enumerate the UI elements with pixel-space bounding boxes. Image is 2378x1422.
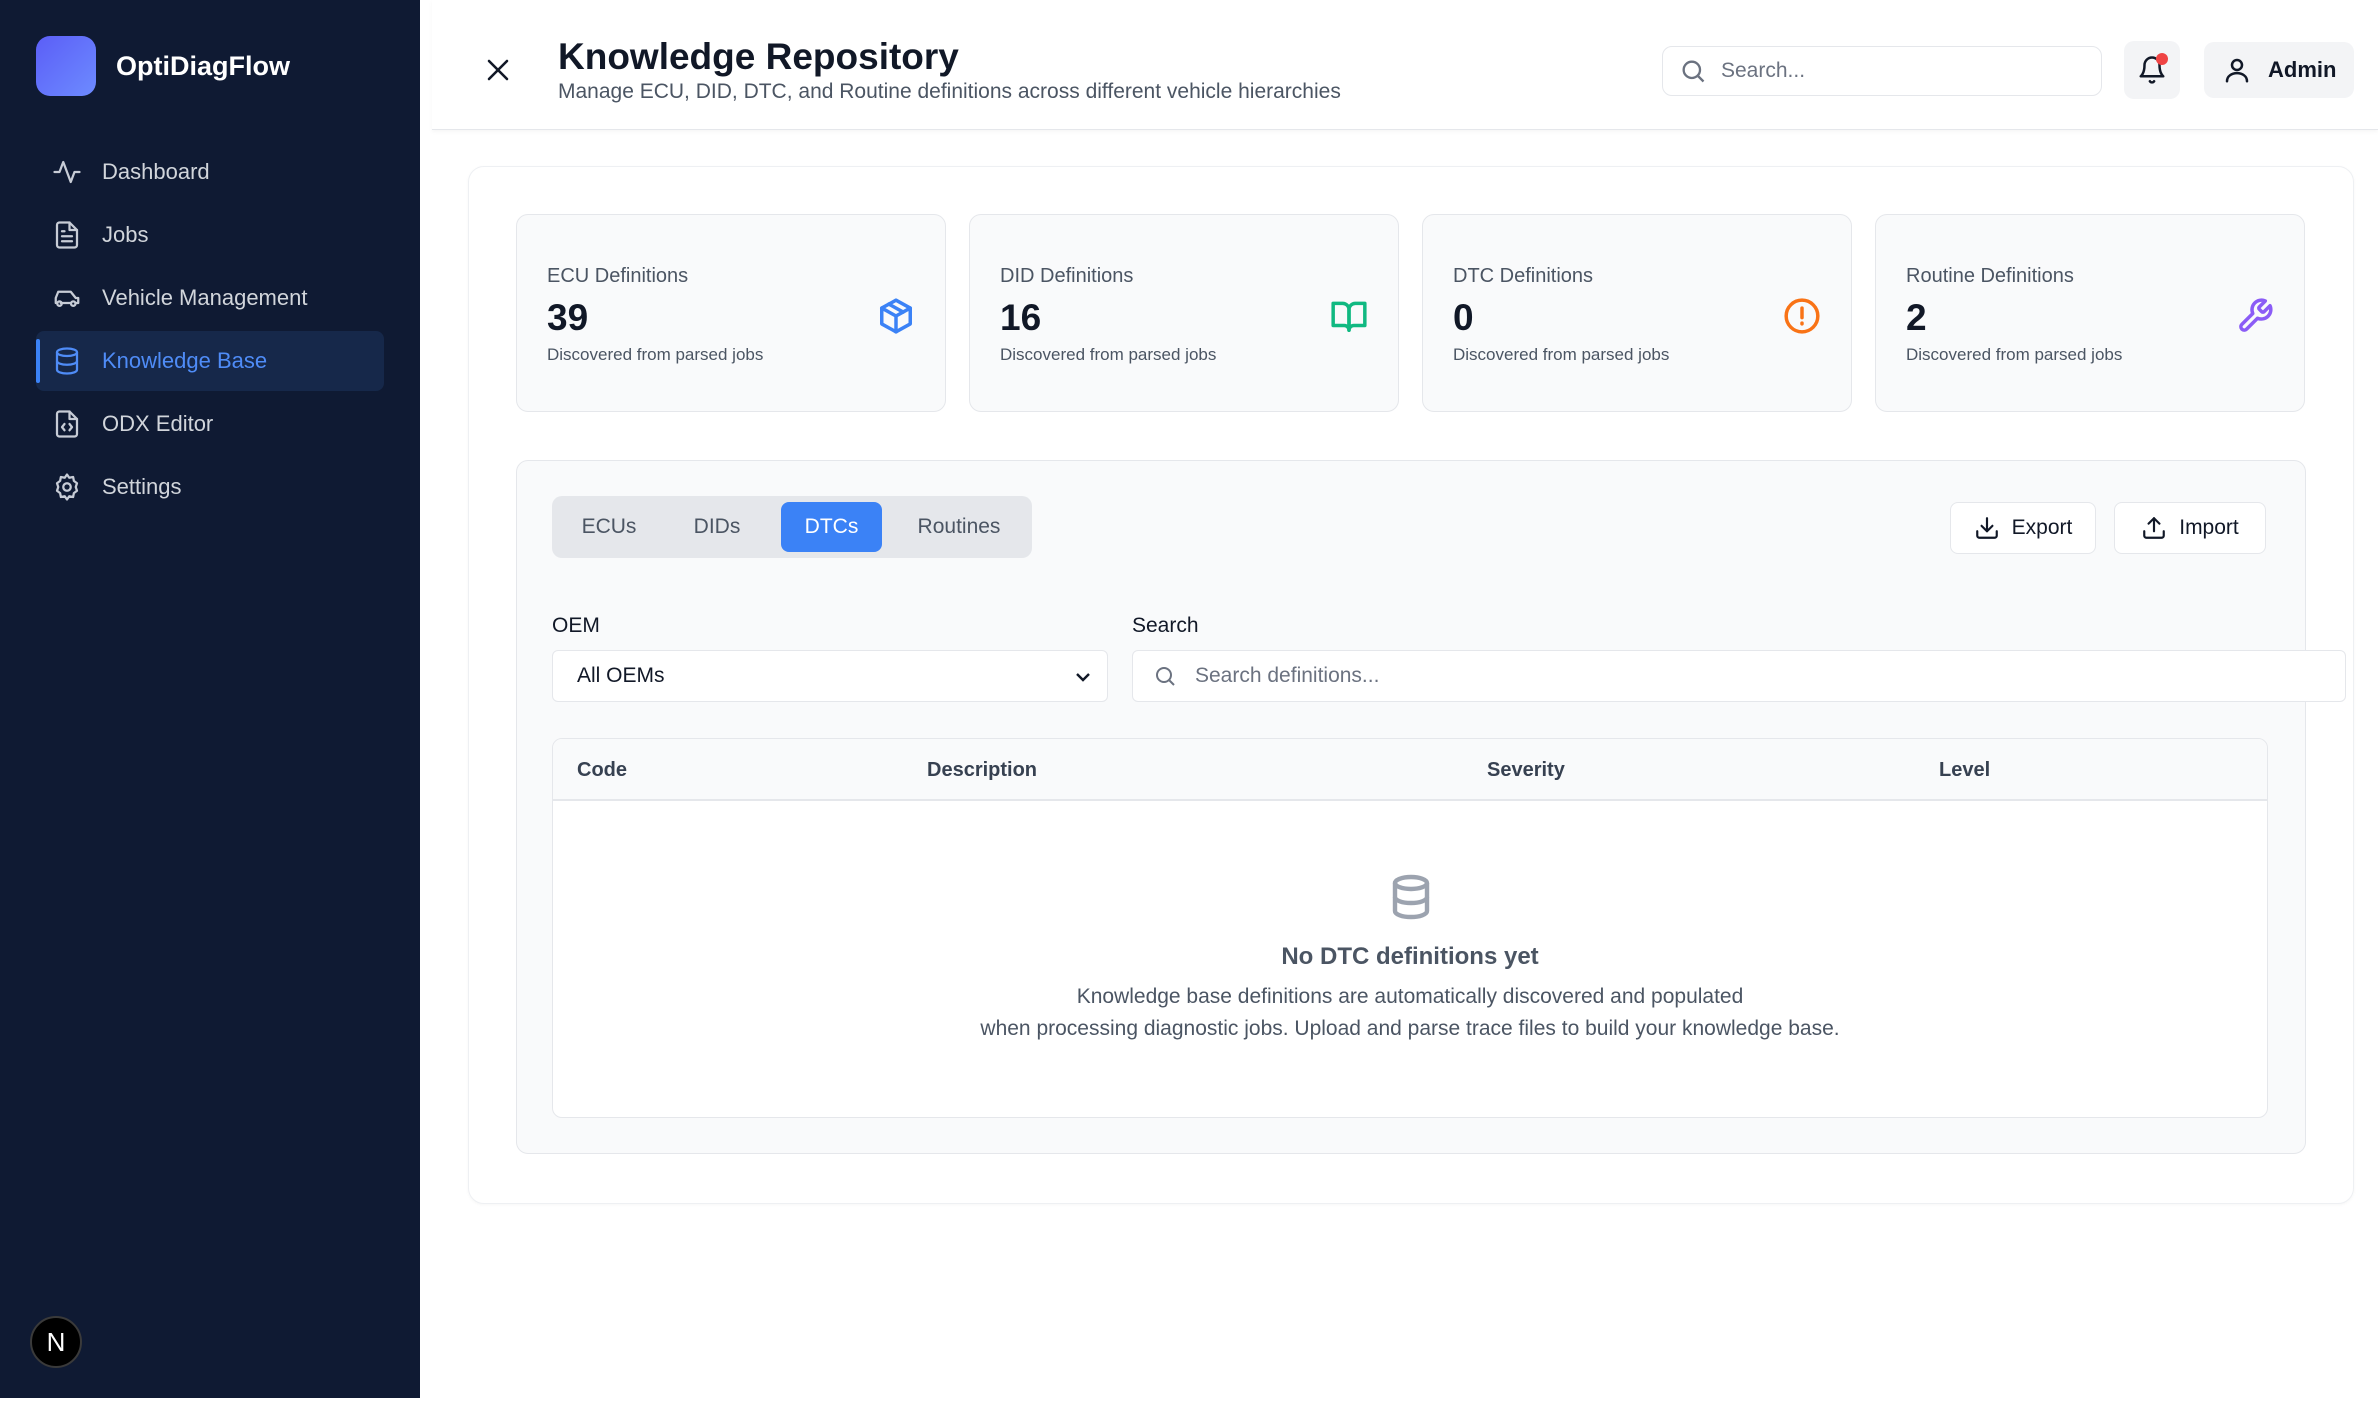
sidebar-item-label: Vehicle Management <box>102 285 308 310</box>
stat-label: DTC Definitions <box>1453 265 1594 287</box>
file-text-icon <box>55 221 79 249</box>
stat-description: Discovered from parsed jobs <box>1453 345 1670 364</box>
brand[interactable]: OptiDiagFlow <box>36 36 290 96</box>
global-search <box>1662 46 2102 96</box>
box-icon <box>877 297 915 335</box>
page-header: Knowledge Repository Manage ECU, DID, DT… <box>432 0 2378 130</box>
download-icon <box>1975 517 1998 539</box>
tab-dids[interactable]: DIDs <box>666 502 768 552</box>
stat-value: 39 <box>547 297 589 338</box>
global-search-input[interactable] <box>1721 59 2081 83</box>
search-icon <box>1156 667 1175 686</box>
stat-value: 2 <box>1906 297 1927 338</box>
sidebar-item-knowledge-base[interactable]: Knowledge Base <box>36 331 384 391</box>
framework-badge[interactable]: N <box>30 1316 82 1368</box>
sidebar-item-label: ODX Editor <box>102 411 214 436</box>
import-label: Import <box>2179 516 2239 539</box>
search-label: Search <box>1132 614 1199 637</box>
tab-routines[interactable]: Routines <box>892 502 1026 552</box>
upload-icon <box>2143 517 2166 539</box>
wrench-icon <box>2236 297 2274 335</box>
stat-label: ECU Definitions <box>547 265 689 287</box>
column-header-level[interactable]: Level <box>1939 759 1990 782</box>
page-subtitle: Manage ECU, DID, DTC, and Routine defini… <box>558 80 1341 103</box>
stat-value: 0 <box>1453 297 1474 338</box>
sidebar-item-label: Dashboard <box>102 159 210 184</box>
sidebar-item-odx-editor[interactable]: ODX Editor <box>36 394 384 454</box>
column-header-description[interactable]: Description <box>927 759 1037 782</box>
gear-icon <box>55 473 79 501</box>
empty-state-text-line2: when processing diagnostic jobs. Upload … <box>980 1017 1840 1040</box>
empty-state-title: No DTC definitions yet <box>1281 943 1539 970</box>
alert-circle-icon <box>1783 297 1821 335</box>
export-label: Export <box>2011 516 2073 539</box>
sidebar-item-label: Settings <box>102 474 182 499</box>
page-title: Knowledge Repository <box>558 36 959 77</box>
stat-label: DID Definitions <box>1000 265 1134 287</box>
user-label: Admin <box>2268 57 2337 82</box>
chevron-down-icon <box>1073 667 1093 687</box>
export-button[interactable]: Export <box>1950 502 2096 554</box>
tab-ecus[interactable]: ECUs <box>558 502 660 552</box>
table-header: Code Description Severity Level <box>553 739 2267 801</box>
file-code-icon <box>55 410 79 438</box>
close-icon <box>487 59 509 81</box>
definitions-search-input[interactable] <box>1195 664 2295 688</box>
stat-card-did: DID Definitions 16 Discovered from parse… <box>969 214 1399 412</box>
app-logo <box>36 36 96 96</box>
stat-card-dtc: DTC Definitions 0 Discovered from parsed… <box>1422 214 1852 412</box>
empty-state-text-line1: Knowledge base definitions are automatic… <box>1076 985 1744 1008</box>
stat-description: Discovered from parsed jobs <box>1000 345 1217 364</box>
dtc-table: Code Description Severity Level No DTC d… <box>552 738 2268 1118</box>
book-open-icon <box>1330 297 1368 335</box>
sidebar-item-vehicle-management[interactable]: Vehicle Management <box>36 268 384 328</box>
sidebar: OptiDiagFlow Dashboard Jobs Vehicle Mana… <box>0 0 420 1398</box>
user-icon <box>2225 58 2249 83</box>
stat-description: Discovered from parsed jobs <box>1906 345 2123 364</box>
import-button[interactable]: Import <box>2114 502 2266 554</box>
car-icon <box>54 290 80 307</box>
sidebar-item-label: Jobs <box>102 222 149 247</box>
sidebar-item-settings[interactable]: Settings <box>36 457 384 517</box>
stat-card-routine: Routine Definitions 2 Discovered from pa… <box>1875 214 2305 412</box>
user-menu-button[interactable]: Admin <box>2204 42 2354 98</box>
database-icon <box>55 347 79 375</box>
oem-selected-value: All OEMs <box>577 664 665 687</box>
notification-dot <box>2156 53 2168 65</box>
database-icon <box>1387 873 1435 921</box>
close-button[interactable] <box>480 52 516 88</box>
sidebar-item-jobs[interactable]: Jobs <box>36 205 384 265</box>
sidebar-item-dashboard[interactable]: Dashboard <box>36 142 384 202</box>
sidebar-nav: Dashboard Jobs Vehicle Management Knowle… <box>36 142 384 520</box>
oem-select[interactable]: All OEMs <box>552 650 1108 702</box>
oem-label: OEM <box>552 614 600 637</box>
sidebar-item-label: Knowledge Base <box>102 348 268 373</box>
stat-value: 16 <box>1000 297 1042 338</box>
stat-description: Discovered from parsed jobs <box>547 345 764 364</box>
definitions-search <box>1132 650 2346 702</box>
notifications-button[interactable] <box>2124 41 2180 99</box>
definition-tabs: ECUs DIDs DTCs Routines <box>552 496 1032 558</box>
column-header-code[interactable]: Code <box>577 759 627 782</box>
activity-icon <box>53 160 81 184</box>
search-icon <box>1682 60 1705 83</box>
stat-card-ecu: ECU Definitions 39 Discovered from parse… <box>516 214 946 412</box>
app-name: OptiDiagFlow <box>116 50 290 81</box>
stat-label: Routine Definitions <box>1906 265 2074 287</box>
tab-dtcs[interactable]: DTCs <box>781 502 882 552</box>
column-header-severity[interactable]: Severity <box>1487 759 1565 782</box>
